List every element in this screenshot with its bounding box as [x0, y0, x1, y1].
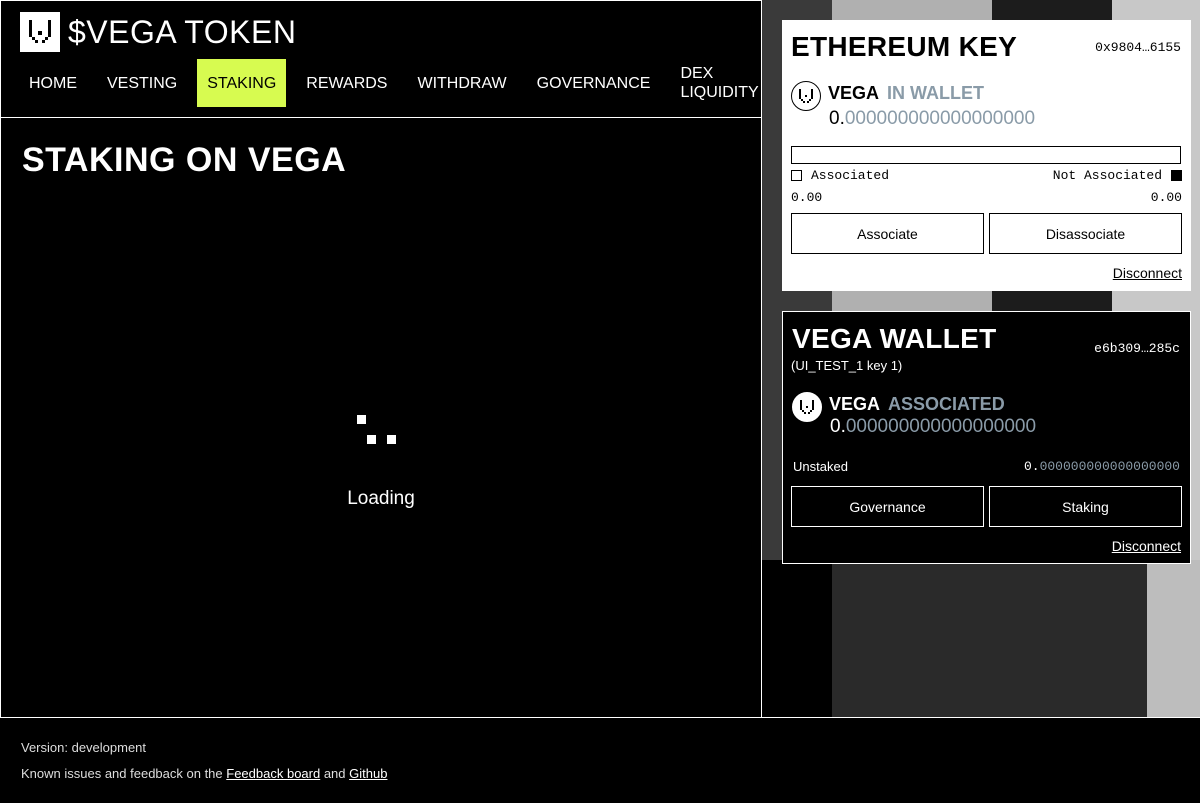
footer: Version: development Known issues and fe… — [0, 717, 1200, 803]
legend-associated: Associated — [791, 168, 889, 183]
nav-item-staking[interactable]: STAKING — [197, 59, 287, 107]
ethereum-card-title: ETHEREUM KEY — [791, 31, 1018, 62]
ethereum-disconnect-link[interactable]: Disconnect — [1113, 265, 1182, 281]
page-title: STAKING ON VEGA — [22, 141, 347, 179]
feedback-text: Known issues and feedback on the Feedbac… — [21, 766, 388, 781]
vega-wallet-title: VEGA WALLET — [792, 323, 997, 354]
vega-key-name: (UI_TEST_1 key 1) — [791, 358, 903, 373]
associate-button[interactable]: Associate — [791, 213, 984, 254]
version-text: Version: development — [21, 740, 147, 755]
ethereum-key-card: ETHEREUM KEY 0x9804…6155 VEGA IN WALLET … — [782, 20, 1191, 291]
nav-item-dex-liquidity[interactable]: DEX LIQUIDITY — [670, 59, 768, 107]
feedback-board-link[interactable]: Feedback board — [226, 766, 320, 781]
brand: $VEGA TOKEN — [20, 12, 296, 52]
app-root: $VEGA TOKEN HOME VESTING STAKING REWARDS… — [0, 0, 1200, 803]
nav-divider — [1, 117, 761, 118]
associated-swatch-icon — [791, 170, 802, 181]
unstaked-label: Unstaked — [793, 459, 848, 474]
ethereum-token-row: VEGA IN WALLET — [791, 80, 984, 111]
loading-text: Loading — [347, 488, 415, 509]
token-name: VEGA — [828, 83, 880, 103]
vega-logo-icon[interactable] — [20, 12, 60, 52]
ethereum-address: 0x9804…6155 — [1095, 40, 1181, 55]
staking-button[interactable]: Staking — [989, 486, 1182, 527]
nav-item-vesting[interactable]: VESTING — [97, 59, 187, 107]
vega-wallet-card: VEGA WALLET e6b309…285c (UI_TEST_1 key 1… — [782, 311, 1191, 564]
token-amount: 0.000000000000000000 — [830, 416, 1037, 437]
vega-token-icon — [792, 392, 822, 422]
nav-item-withdraw[interactable]: WITHDRAW — [407, 59, 516, 107]
disassociate-button[interactable]: Disassociate — [989, 213, 1182, 254]
main-panel: $VEGA TOKEN HOME VESTING STAKING REWARDS… — [0, 0, 762, 717]
legend-not-associated: Not Associated — [1053, 168, 1182, 183]
github-link[interactable]: Github — [349, 766, 387, 781]
main-nav: HOME VESTING STAKING REWARDS WITHDRAW GO… — [19, 59, 779, 107]
not-associated-swatch-icon — [1171, 170, 1182, 181]
app-title: $VEGA TOKEN — [68, 13, 297, 50]
token-status: IN WALLET — [887, 83, 985, 103]
vega-key-id: e6b309…285c — [1094, 341, 1180, 356]
token-amount: 0.000000000000000000 — [829, 108, 1036, 129]
vega-token-icon — [791, 81, 821, 111]
governance-button[interactable]: Governance — [791, 486, 984, 527]
loading-spinner-icon — [357, 415, 397, 447]
nav-item-home[interactable]: HOME — [19, 59, 87, 107]
association-progress-bar — [791, 146, 1181, 164]
nav-item-governance[interactable]: GOVERNANCE — [527, 59, 661, 107]
vega-disconnect-link[interactable]: Disconnect — [1112, 538, 1181, 554]
not-associated-value: 0.00 — [1150, 190, 1182, 205]
associated-value: 0.00 — [791, 190, 823, 205]
unstaked-value: 0.000000000000000000 — [1023, 459, 1180, 474]
nav-item-rewards[interactable]: REWARDS — [296, 59, 397, 107]
